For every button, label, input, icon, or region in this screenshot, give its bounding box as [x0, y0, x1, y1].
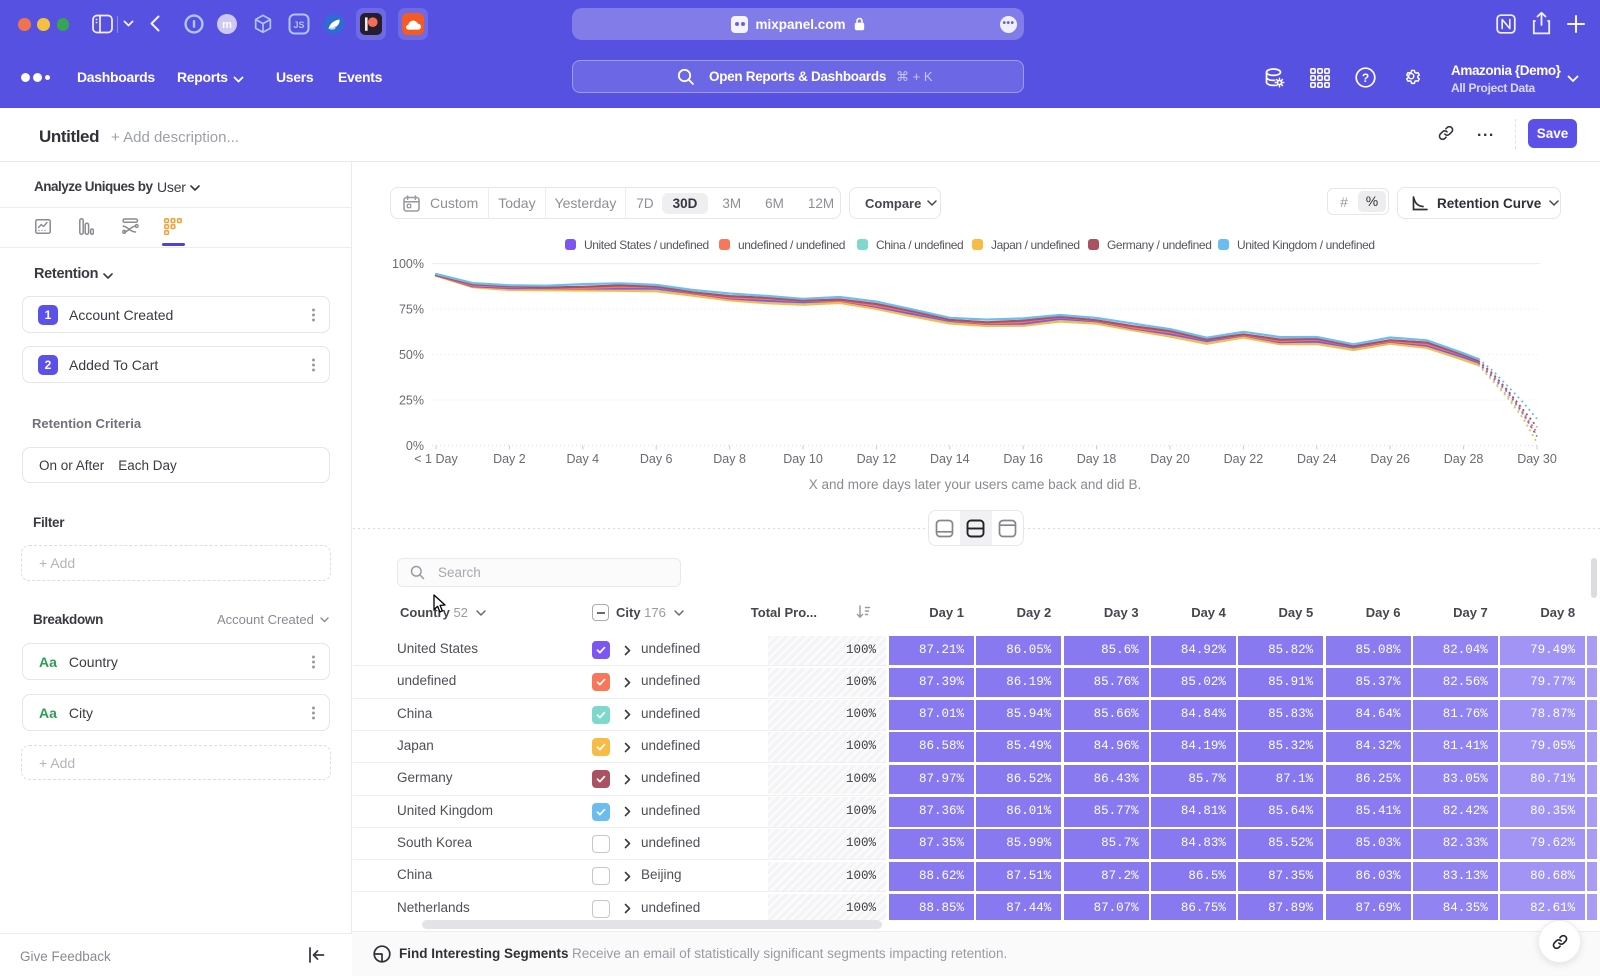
svg-text:100%: 100% — [392, 257, 424, 271]
svg-text:Day 8: Day 8 — [713, 452, 746, 466]
svg-text:Day 24: Day 24 — [1297, 452, 1337, 466]
svg-text:Day 14: Day 14 — [930, 452, 970, 466]
svg-text:Day 28: Day 28 — [1444, 452, 1484, 466]
svg-text:0%: 0% — [406, 439, 424, 453]
svg-text:m: m — [222, 19, 232, 31]
svg-text:Day 10: Day 10 — [783, 452, 823, 466]
svg-text:Day 6: Day 6 — [640, 452, 673, 466]
svg-text:Day 20: Day 20 — [1150, 452, 1190, 466]
svg-text:Day 4: Day 4 — [566, 452, 599, 466]
svg-text:Day 12: Day 12 — [857, 452, 897, 466]
svg-text:?: ? — [1362, 71, 1369, 85]
svg-text:Day 2: Day 2 — [493, 452, 526, 466]
svg-text:< 1 Day: < 1 Day — [414, 452, 458, 466]
svg-text:Day 30: Day 30 — [1517, 452, 1557, 466]
svg-text:75%: 75% — [399, 303, 424, 317]
svg-text:25%: 25% — [399, 394, 424, 408]
svg-text:JS: JS — [293, 20, 304, 30]
svg-text:Day 16: Day 16 — [1003, 452, 1043, 466]
svg-text:50%: 50% — [399, 348, 424, 362]
svg-text:Day 26: Day 26 — [1370, 452, 1410, 466]
svg-text:Day 18: Day 18 — [1077, 452, 1117, 466]
svg-text:Day 22: Day 22 — [1224, 452, 1264, 466]
